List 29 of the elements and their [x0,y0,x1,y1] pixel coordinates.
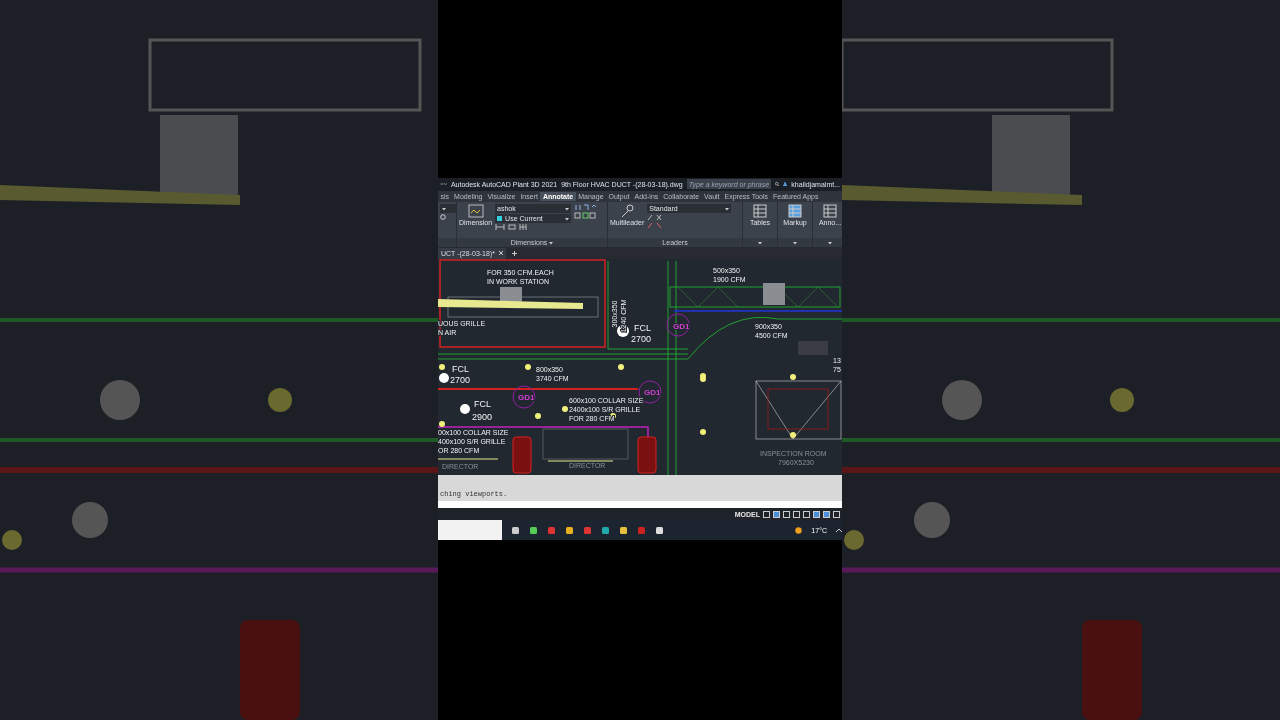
baseline-icon[interactable] [508,224,517,231]
dimension-icon [467,204,484,219]
table-icon [823,204,837,219]
table-icon [753,204,767,219]
command-input[interactable] [438,501,842,509]
dropdown[interactable] [440,204,456,214]
drawing-label: 2700 [631,334,652,345]
continue-icon[interactable] [519,224,528,231]
plus-icon[interactable] [511,250,517,256]
caret-icon[interactable] [725,206,730,211]
drawing-label: 2700 [450,375,471,386]
drawing-label: 2900 [472,412,493,423]
inspect-icon[interactable] [574,212,597,220]
dimension-tools-icon[interactable] [574,204,597,212]
weather-icon [795,526,803,534]
drawing-label: FCL [634,323,651,334]
leader-icon [620,204,635,219]
drawing-label: FCL [452,364,469,375]
caret-icon[interactable] [549,240,554,245]
close-icon[interactable] [498,251,503,256]
quick-access-icon[interactable] [440,181,447,188]
chevron-up-icon[interactable] [836,527,842,533]
user-icon[interactable] [783,181,788,188]
layer-icon [497,216,503,222]
table-icon [788,204,802,219]
zoom-icon[interactable] [440,214,447,222]
search-icon[interactable] [775,181,780,188]
linear-dimension-icon[interactable] [495,224,506,231]
drawing-label: FCL [474,399,491,410]
